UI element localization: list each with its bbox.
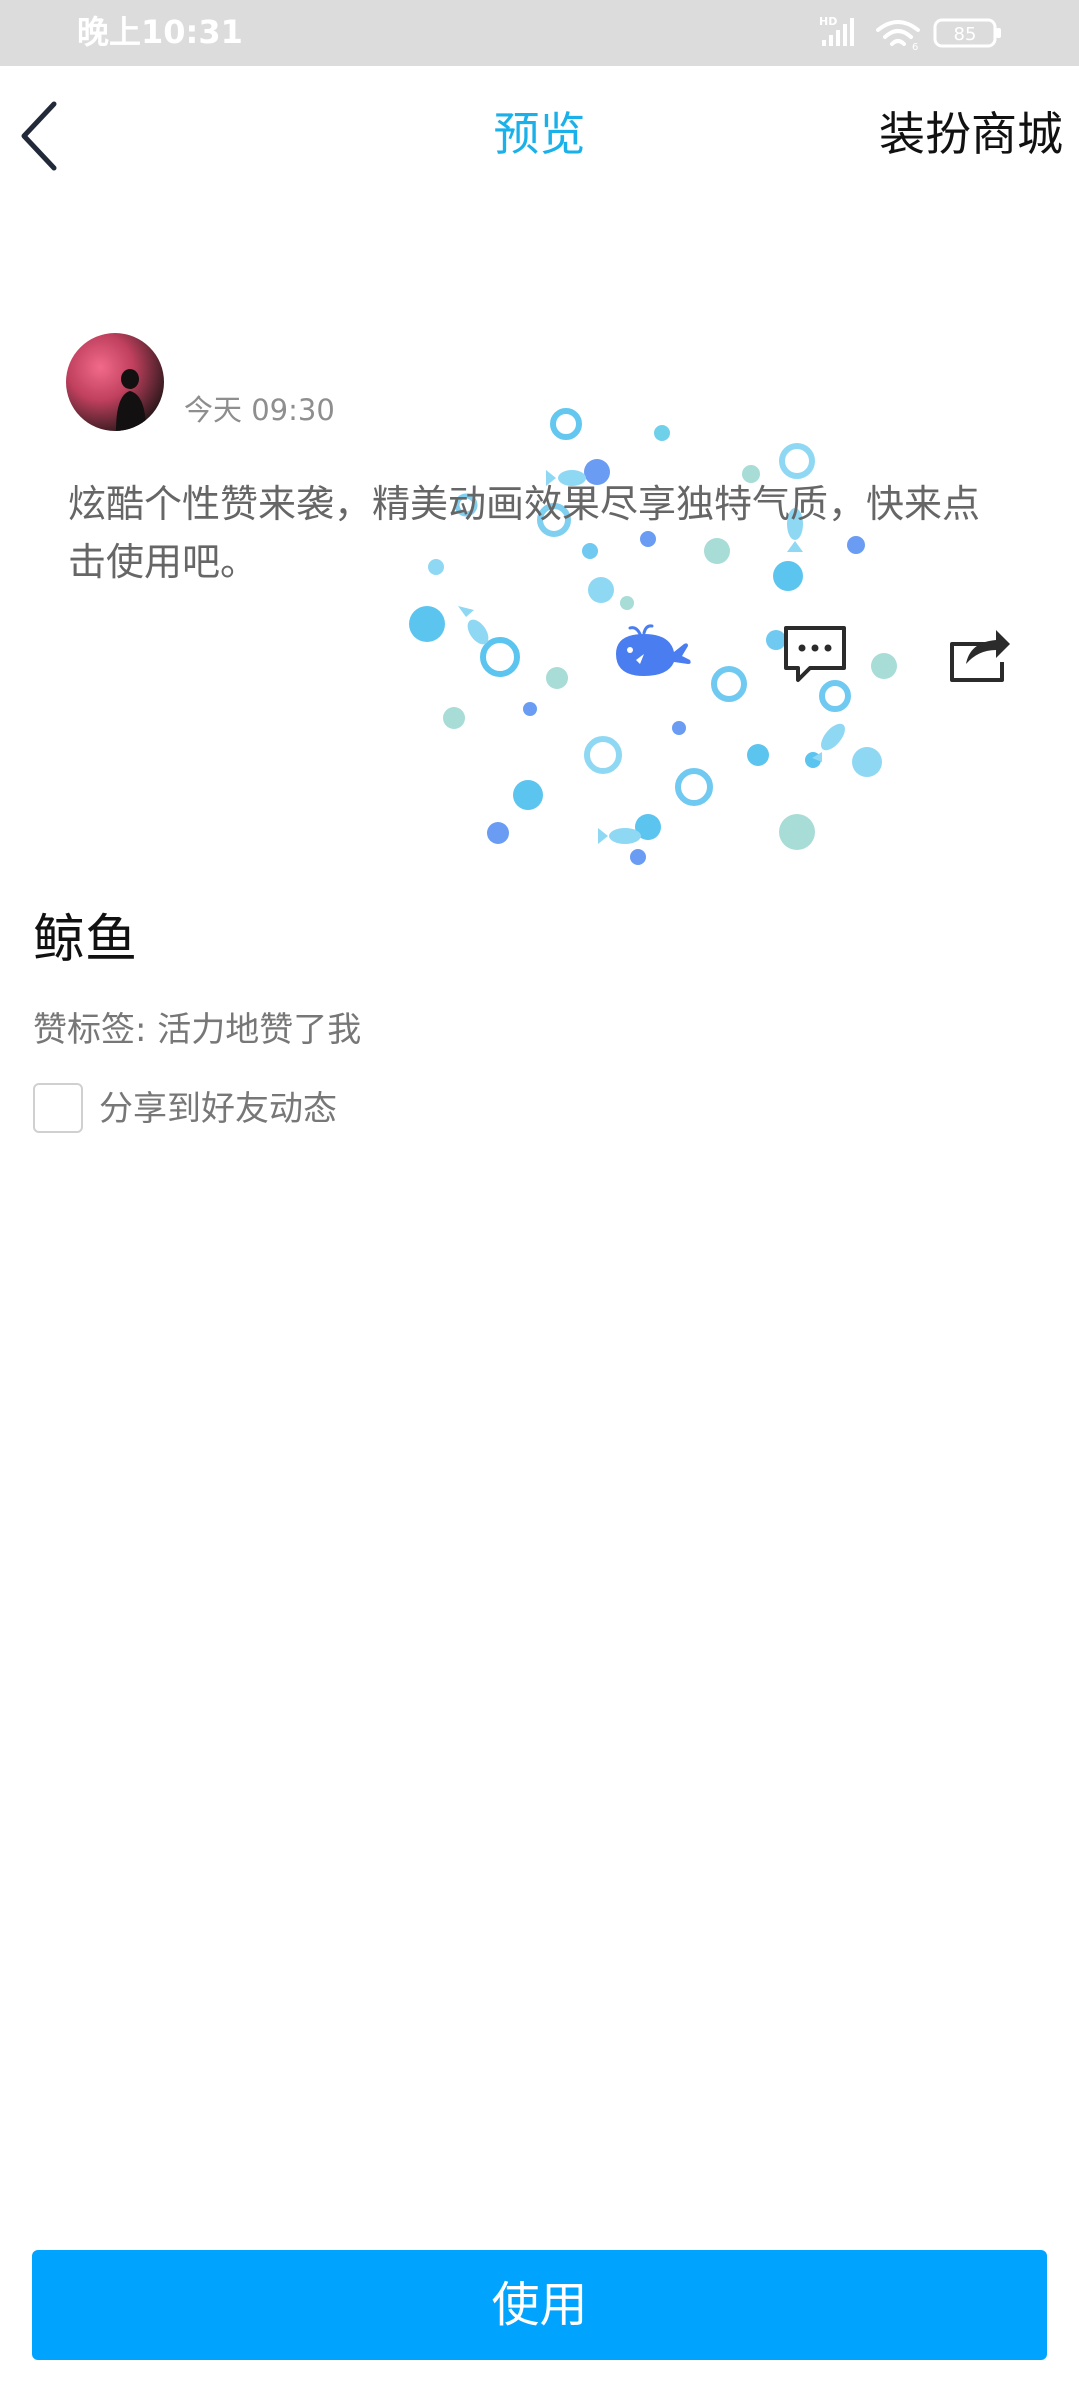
use-button[interactable]: 使用 (32, 2250, 1047, 2360)
share-to-feed-label[interactable]: 分享到好友动态 (99, 1086, 337, 1132)
share-to-feed-checkbox[interactable] (33, 1083, 83, 1133)
dress-up-mall-link[interactable]: 装扮商城 (879, 104, 1063, 164)
signal-icon: HD (819, 15, 854, 46)
battery-level-text: 85 (954, 24, 977, 45)
status-bar: 晚上10:31 HD 6 85 (0, 0, 1079, 66)
battery-icon: 85 (933, 18, 1001, 48)
avatar (66, 333, 164, 431)
network-type-label: HD (819, 15, 837, 28)
post-text: 炫酷个性赞来袭，精美动画效果尽享独特气质，快来点击使用吧。 (68, 482, 981, 584)
item-name: 鲸鱼 (33, 910, 138, 970)
share-icon[interactable] (946, 624, 1012, 684)
svg-text:6: 6 (912, 42, 918, 52)
wifi-icon: 6 (876, 20, 920, 52)
like-tag-text: 赞标签: 活力地赞了我 (33, 1010, 362, 1050)
nav-bar: 预览 装扮商城 (0, 66, 1079, 206)
post-time: 今天 09:30 (184, 393, 335, 427)
preview-screen: 晚上10:31 HD 6 85 预览 装扮商城 今天 09:30 炫酷个性赞来袭… (0, 0, 1079, 2400)
status-time: 晚上10:31 (77, 13, 243, 51)
comment-icon[interactable] (782, 624, 848, 684)
whale-like-icon[interactable] (610, 624, 694, 682)
